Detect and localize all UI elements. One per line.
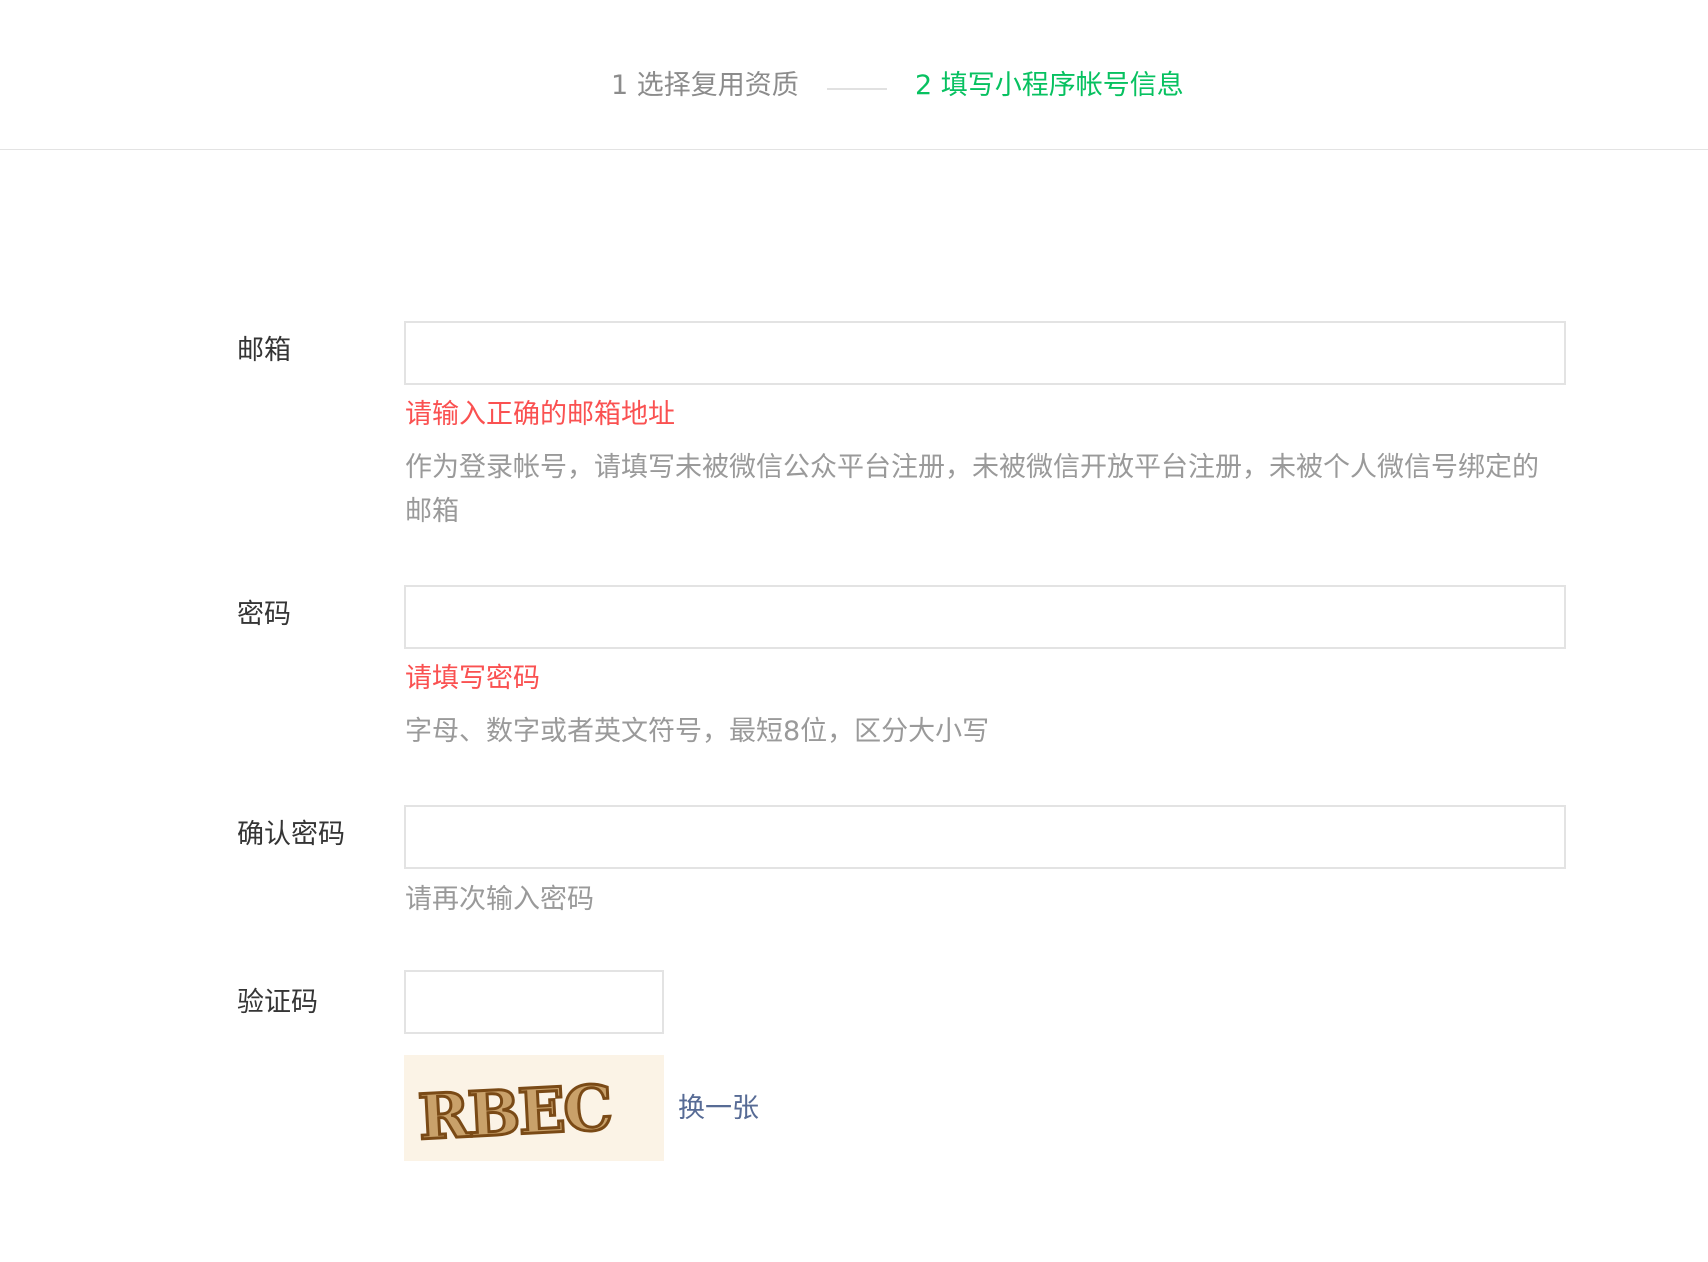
email-field[interactable] <box>404 321 1566 385</box>
email-error-message: 请输入正确的邮箱地址 <box>405 399 675 430</box>
refresh-captcha-link[interactable]: 换一张 <box>678 1089 759 1129</box>
step-2-fill-account-info: 2 填写小程序帐号信息 <box>915 70 1184 101</box>
captcha-label: 验证码 <box>237 987 318 1018</box>
captcha-image-text: RBEC <box>416 1071 612 1154</box>
step-connector-line <box>827 88 887 90</box>
email-tip: 作为登录帐号，请填写未被微信公众平台注册，未被微信开放平台注册，未被个人微信号绑… <box>405 452 1539 527</box>
confirm-password-field[interactable] <box>404 805 1566 869</box>
password-error-message: 请填写密码 <box>405 663 540 694</box>
email-label: 邮箱 <box>237 335 291 366</box>
step-1-select-qualification: 1 选择复用资质 <box>611 70 799 101</box>
confirm-password-tip: 请再次输入密码 <box>405 884 594 915</box>
step-indicator: 1 选择复用资质 2 填写小程序帐号信息 <box>0 0 1708 150</box>
password-field[interactable] <box>404 585 1566 649</box>
captcha-field[interactable] <box>404 970 664 1034</box>
captcha-image[interactable]: RBEC <box>404 1055 664 1161</box>
password-tip: 字母、数字或者英文符号，最短8位，区分大小写 <box>405 716 990 747</box>
password-label: 密码 <box>237 599 291 630</box>
confirm-password-label: 确认密码 <box>237 819 345 850</box>
